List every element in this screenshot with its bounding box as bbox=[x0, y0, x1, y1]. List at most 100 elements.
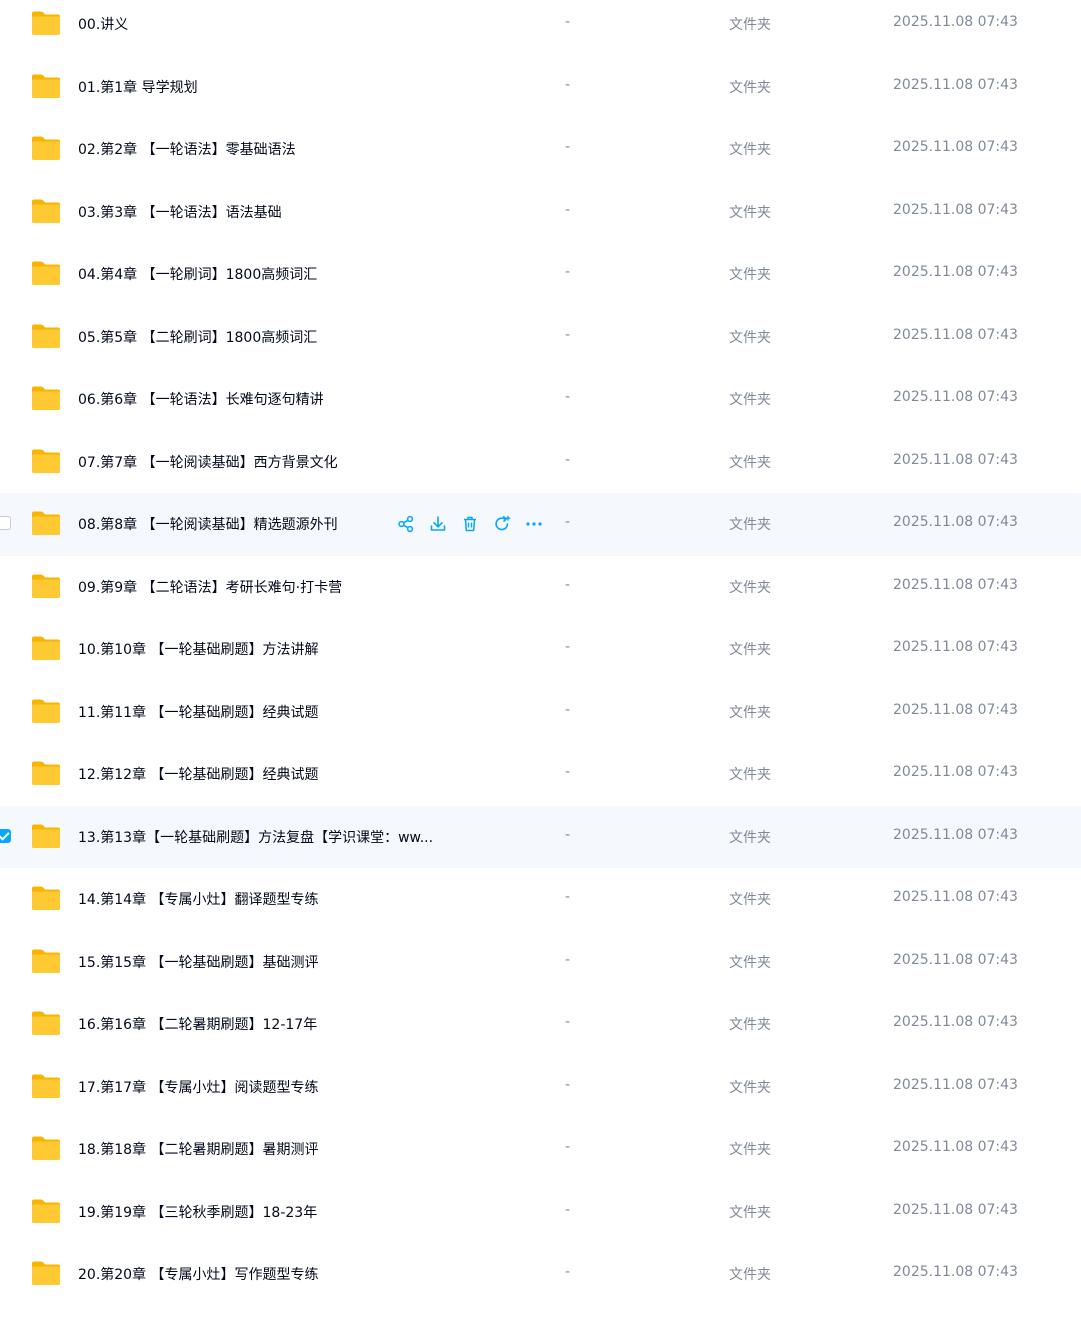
file-type: 文件夹 bbox=[729, 392, 771, 408]
file-size: - bbox=[565, 1014, 571, 1030]
file-name[interactable]: 13.第13章【一轮基础刷题】方法复盘【学识课堂：ww... bbox=[78, 827, 433, 847]
file-size: - bbox=[565, 514, 571, 530]
file-name[interactable]: 05.第5章 【二轮刷词】1800高频词汇 bbox=[78, 327, 317, 347]
file-name[interactable]: 10.第10章 【一轮基础刷题】方法讲解 bbox=[78, 639, 319, 659]
file-type: 文件夹 bbox=[729, 954, 771, 971]
file-name[interactable]: 01.第1章 导学规划 bbox=[78, 77, 198, 97]
download-icon[interactable] bbox=[428, 514, 448, 534]
folder-icon bbox=[30, 698, 62, 724]
file-name[interactable]: 16.第16章 【二轮暑期刷题】12-17年 bbox=[78, 1014, 317, 1034]
file-size: - bbox=[565, 201, 571, 218]
folder-icon bbox=[30, 198, 62, 224]
file-size: - bbox=[565, 1201, 571, 1218]
file-name[interactable]: 17.第17章 【专属小灶】阅读题型专练 bbox=[78, 1077, 319, 1097]
folder-icon bbox=[30, 1260, 62, 1286]
file-type: 文件夹 bbox=[729, 767, 771, 783]
file-type: 文件夹 bbox=[729, 454, 771, 471]
more-icon[interactable] bbox=[524, 514, 544, 534]
folder-icon bbox=[30, 885, 62, 911]
file-row[interactable]: 03.第3章 【一轮语法】语法基础 - 文件夹 2025.11.08 07:43 bbox=[0, 181, 1081, 244]
file-row[interactable]: 00.讲义 - 文件夹 2025.11.08 07:43 bbox=[0, 0, 1081, 56]
folder-icon bbox=[30, 10, 62, 36]
file-modified-date: 2025.11.08 07:43 bbox=[893, 514, 1018, 530]
file-name[interactable]: 04.第4章 【一轮刷词】1800高频词汇 bbox=[78, 264, 317, 284]
file-modified-date: 2025.11.08 07:43 bbox=[893, 76, 1018, 93]
file-list: 00.讲义 - 文件夹 2025.11.08 07:43 01.第1章 导学规划 - 文件夹… bbox=[0, 0, 1081, 1306]
file-row[interactable]: 05.第5章 【二轮刷词】1800高频词汇 - 文件夹 2025.11.08 07:4… bbox=[0, 306, 1081, 369]
file-size: - bbox=[565, 951, 571, 968]
file-size: - bbox=[565, 701, 571, 718]
file-modified-date: 2025.11.08 07:43 bbox=[893, 1014, 1018, 1030]
file-name[interactable]: 14.第14章 【专属小灶】翻译题型专练 bbox=[78, 889, 319, 909]
file-name[interactable]: 02.第2章 【一轮语法】零基础语法 bbox=[78, 139, 296, 159]
file-size: - bbox=[565, 826, 571, 843]
file-name[interactable]: 19.第19章 【三轮秋季刷题】18-23年 bbox=[78, 1202, 317, 1222]
file-name[interactable]: 03.第3章 【一轮语法】语法基础 bbox=[78, 202, 282, 222]
file-type: 文件夹 bbox=[729, 517, 771, 533]
file-size: - bbox=[565, 326, 571, 343]
file-row[interactable]: 11.第11章 【一轮基础刷题】经典试题 - 文件夹 2025.11.08 07:43 bbox=[0, 681, 1081, 744]
file-row[interactable]: 20.第20章 【专属小灶】写作题型专练 - 文件夹 2025.11.08 07:43 bbox=[0, 1243, 1081, 1306]
folder-icon bbox=[30, 510, 62, 536]
file-size: - bbox=[565, 76, 571, 93]
folder-icon bbox=[30, 73, 62, 99]
file-modified-date: 2025.11.08 07:43 bbox=[893, 264, 1018, 280]
file-type: 文件夹 bbox=[729, 1204, 771, 1221]
file-row[interactable]: 13.第13章【一轮基础刷题】方法复盘【学识课堂：ww... - 文件夹 2025.1… bbox=[0, 805, 1081, 868]
file-row[interactable]: 07.第7章 【一轮阅读基础】西方背景文化 - 文件夹 2025.11.08 07:4… bbox=[0, 431, 1081, 494]
folder-icon bbox=[30, 260, 62, 286]
row-checkbox[interactable] bbox=[0, 516, 11, 530]
file-row[interactable]: 14.第14章 【专属小灶】翻译题型专练 - 文件夹 2025.11.08 07:43 bbox=[0, 868, 1081, 931]
file-row[interactable]: 19.第19章 【三轮秋季刷题】18-23年 - 文件夹 2025.11.08 07:… bbox=[0, 1181, 1081, 1244]
file-modified-date: 2025.11.08 07:43 bbox=[893, 326, 1018, 343]
file-row[interactable]: 02.第2章 【一轮语法】零基础语法 - 文件夹 2025.11.08 07:43 bbox=[0, 118, 1081, 181]
file-modified-date: 2025.11.08 07:43 bbox=[893, 1264, 1018, 1280]
file-row[interactable]: 12.第12章 【一轮基础刷题】经典试题 - 文件夹 2025.11.08 07:43 bbox=[0, 743, 1081, 806]
file-type: 文件夹 bbox=[729, 267, 771, 283]
folder-icon bbox=[30, 323, 62, 349]
file-name[interactable]: 15.第15章 【一轮基础刷题】基础测评 bbox=[78, 952, 319, 972]
file-modified-date: 2025.11.08 07:43 bbox=[893, 451, 1018, 468]
delete-icon[interactable] bbox=[460, 514, 480, 534]
file-type: 文件夹 bbox=[729, 1017, 771, 1033]
file-name[interactable]: 18.第18章 【二轮暑期刷题】暑期测评 bbox=[78, 1139, 319, 1159]
row-checkbox[interactable] bbox=[0, 828, 11, 843]
folder-icon bbox=[30, 1135, 62, 1161]
share-icon[interactable] bbox=[396, 514, 416, 534]
file-name[interactable]: 08.第8章 【一轮阅读基础】精选题源外刊 bbox=[78, 514, 338, 534]
file-name[interactable]: 00.讲义 bbox=[78, 14, 128, 34]
file-name[interactable]: 07.第7章 【一轮阅读基础】西方背景文化 bbox=[78, 452, 338, 472]
file-modified-date: 2025.11.08 07:43 bbox=[893, 14, 1018, 30]
folder-icon bbox=[30, 1198, 62, 1224]
file-name[interactable]: 12.第12章 【一轮基础刷题】经典试题 bbox=[78, 764, 319, 784]
file-size: - bbox=[565, 1264, 571, 1280]
file-type: 文件夹 bbox=[729, 704, 771, 721]
file-type: 文件夹 bbox=[729, 142, 771, 158]
file-row[interactable]: 10.第10章 【一轮基础刷题】方法讲解 - 文件夹 2025.11.08 07:43 bbox=[0, 618, 1081, 681]
folder-icon bbox=[30, 760, 62, 786]
file-row[interactable]: 08.第8章 【一轮阅读基础】精选题源外刊 - 文件夹 2025.11.08 07:4… bbox=[0, 493, 1081, 556]
file-row[interactable]: 06.第6章 【一轮语法】长难句逐句精讲 - 文件夹 2025.11.08 07:43 bbox=[0, 368, 1081, 431]
file-row[interactable]: 15.第15章 【一轮基础刷题】基础测评 - 文件夹 2025.11.08 07:43 bbox=[0, 931, 1081, 994]
folder-icon bbox=[30, 135, 62, 161]
folder-icon bbox=[30, 823, 62, 849]
file-row[interactable]: 16.第16章 【二轮暑期刷题】12-17年 - 文件夹 2025.11.08 07:… bbox=[0, 993, 1081, 1056]
file-type: 文件夹 bbox=[729, 329, 771, 346]
file-type: 文件夹 bbox=[729, 204, 771, 221]
file-row[interactable]: 09.第9章 【二轮语法】考研长难句·打卡营 - 文件夹 2025.11.08 07:… bbox=[0, 556, 1081, 619]
file-name[interactable]: 11.第11章 【一轮基础刷题】经典试题 bbox=[78, 702, 319, 722]
file-row[interactable]: 04.第4章 【一轮刷词】1800高频词汇 - 文件夹 2025.11.08 07:4… bbox=[0, 243, 1081, 306]
file-modified-date: 2025.11.08 07:43 bbox=[893, 389, 1018, 405]
file-row[interactable]: 18.第18章 【二轮暑期刷题】暑期测评 - 文件夹 2025.11.08 07:43 bbox=[0, 1118, 1081, 1181]
file-size: - bbox=[565, 139, 571, 155]
file-type: 文件夹 bbox=[729, 579, 771, 596]
file-type: 文件夹 bbox=[729, 17, 771, 33]
file-name[interactable]: 06.第6章 【一轮语法】长难句逐句精讲 bbox=[78, 389, 324, 409]
file-size: - bbox=[565, 389, 571, 405]
file-row[interactable]: 17.第17章 【专属小灶】阅读题型专练 - 文件夹 2025.11.08 07:43 bbox=[0, 1056, 1081, 1119]
refresh-icon[interactable] bbox=[492, 514, 512, 534]
file-row[interactable]: 01.第1章 导学规划 - 文件夹 2025.11.08 07:43 bbox=[0, 56, 1081, 119]
file-name[interactable]: 20.第20章 【专属小灶】写作题型专练 bbox=[78, 1264, 319, 1284]
file-modified-date: 2025.11.08 07:43 bbox=[893, 701, 1018, 718]
file-name[interactable]: 09.第9章 【二轮语法】考研长难句·打卡营 bbox=[78, 577, 342, 597]
